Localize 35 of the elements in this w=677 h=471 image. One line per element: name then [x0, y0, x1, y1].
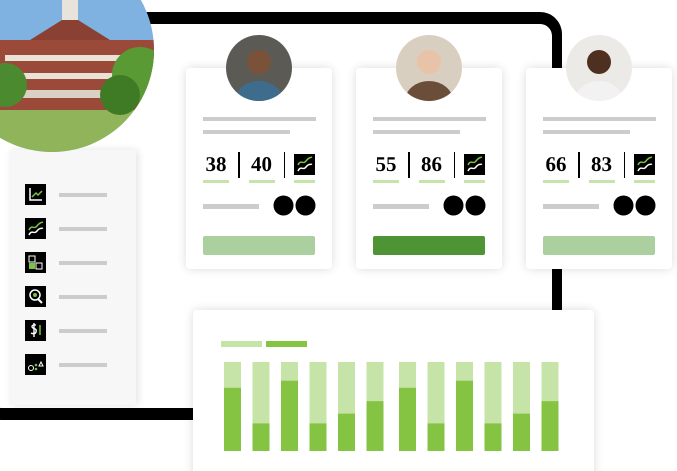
score-underline — [203, 180, 229, 183]
score-underline — [294, 180, 315, 183]
score-underline — [418, 180, 444, 183]
divider — [284, 152, 285, 178]
dollar-icon[interactable] — [25, 320, 46, 341]
divider — [454, 152, 455, 178]
squares-icon[interactable] — [25, 252, 46, 273]
score: 83 — [591, 152, 612, 176]
score-underline — [543, 180, 569, 183]
dots-icon — [443, 195, 486, 216]
score-underline — [248, 180, 274, 183]
legend-swatch — [266, 341, 307, 347]
shapes-icon[interactable] — [25, 354, 46, 375]
divider — [408, 152, 410, 178]
score-underline — [588, 180, 614, 183]
divider — [238, 152, 240, 178]
trend-lines-icon[interactable] — [25, 218, 46, 239]
trend-lines-icon[interactable] — [294, 154, 315, 175]
divider — [624, 152, 625, 178]
legend-swatch — [221, 341, 262, 347]
score-underline — [634, 180, 655, 183]
dots-icon — [273, 195, 316, 216]
trend-lines-icon[interactable] — [464, 154, 485, 175]
dots-icon — [613, 195, 656, 216]
trend-lines-icon[interactable] — [634, 154, 655, 175]
magnifier-icon[interactable] — [25, 286, 46, 307]
score: 38 — [206, 152, 226, 176]
score: 86 — [421, 152, 442, 176]
divider — [578, 152, 580, 178]
score-underline — [464, 180, 485, 183]
chart-icon[interactable] — [25, 184, 46, 205]
score-underline — [373, 180, 399, 183]
score: 66 — [546, 152, 566, 176]
score: 40 — [251, 152, 272, 176]
score: 55 — [376, 152, 396, 176]
